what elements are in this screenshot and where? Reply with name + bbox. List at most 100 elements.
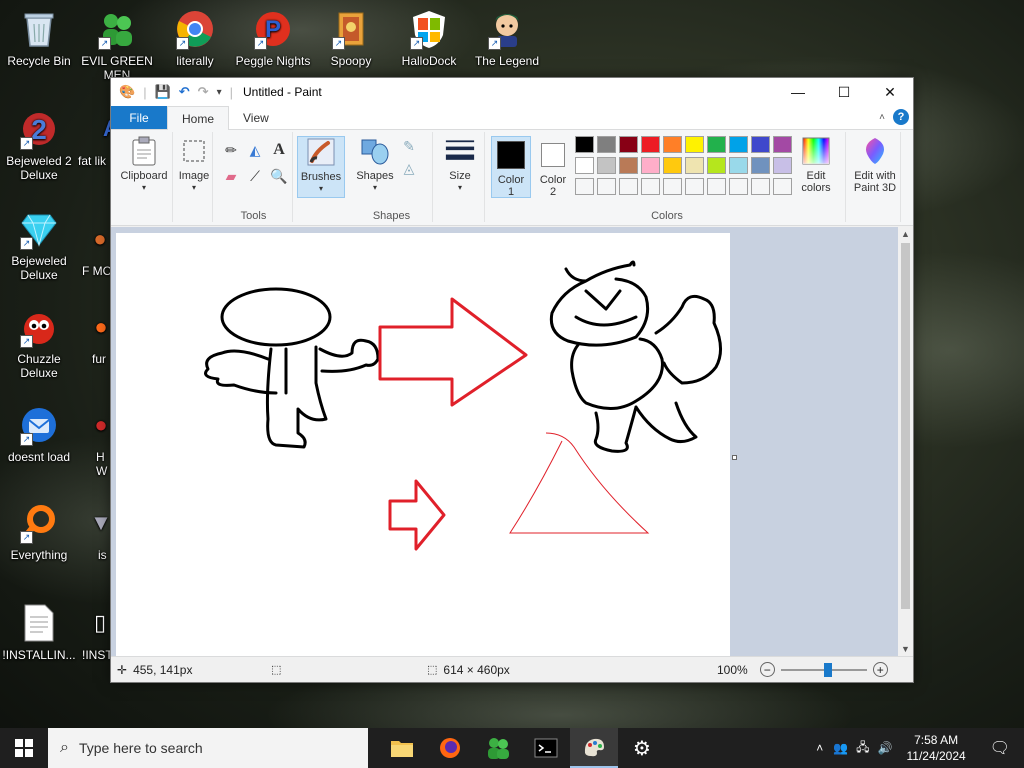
- color-picker-icon[interactable]: ⟋: [245, 166, 265, 186]
- palette-swatch[interactable]: [773, 157, 792, 174]
- desktop-icon-is[interactable]: ▼ is: [78, 502, 110, 563]
- volume-icon[interactable]: 🔊: [874, 741, 897, 755]
- desktop-icon-bejeweled[interactable]: ↗ Bejeweled Deluxe: [0, 208, 78, 282]
- clock[interactable]: 7:58 AM 11/24/2024: [897, 732, 976, 764]
- palette-swatch[interactable]: [707, 157, 726, 174]
- palette-swatch[interactable]: [575, 136, 594, 153]
- palette-swatch[interactable]: [597, 136, 616, 153]
- palette-swatch[interactable]: [663, 136, 682, 153]
- taskbar-green-men[interactable]: [474, 728, 522, 768]
- custom-color-slot[interactable]: [619, 178, 638, 195]
- palette-swatch[interactable]: [729, 157, 748, 174]
- people-icon[interactable]: 👥: [829, 741, 852, 755]
- palette-swatch[interactable]: [773, 136, 792, 153]
- desktop-icon-bejeweled-2[interactable]: 2 ↗ Bejeweled 2 Deluxe: [0, 108, 78, 182]
- notification-icon[interactable]: 🗨: [976, 738, 1024, 758]
- palette-swatch[interactable]: [641, 136, 660, 153]
- scroll-up-icon[interactable]: ▲: [898, 227, 913, 242]
- drawing-canvas[interactable]: [116, 233, 730, 657]
- palette-swatch[interactable]: [685, 136, 704, 153]
- palette-swatch[interactable]: [575, 157, 594, 174]
- custom-color-slot[interactable]: [773, 178, 792, 195]
- desktop-icon-installing[interactable]: !INSTALLIN...: [0, 602, 78, 662]
- palette-swatch[interactable]: [751, 157, 770, 174]
- fill-icon[interactable]: ◬: [399, 158, 419, 178]
- zoom-in-button[interactable]: +: [872, 662, 888, 677]
- tab-home[interactable]: Home: [167, 106, 230, 130]
- tab-file[interactable]: File: [111, 106, 167, 129]
- vertical-scrollbar[interactable]: ▲ ▼: [898, 227, 913, 657]
- help-icon[interactable]: ?: [893, 109, 909, 125]
- palette-swatch[interactable]: [729, 136, 748, 153]
- taskbar-settings[interactable]: ⚙: [618, 728, 666, 768]
- desktop-icon-evil-green-men[interactable]: ↗ EVIL GREEN MEN: [78, 8, 156, 82]
- minimize-button[interactable]: —: [775, 78, 821, 106]
- zoom-out-button[interactable]: −: [759, 662, 775, 677]
- palette-swatch[interactable]: [597, 157, 616, 174]
- desktop-icon-doesnt-load[interactable]: ↗ doesnt load: [0, 404, 78, 464]
- desktop-icon-the-legend[interactable]: ↗ The Legend: [468, 8, 546, 68]
- title-bar[interactable]: 🎨 | 💾 ↶ ↷ ▾ | Untitled - Paint — ☐ ✕: [111, 78, 913, 106]
- palette-swatch[interactable]: [619, 157, 638, 174]
- pencil-icon[interactable]: ✏: [221, 140, 241, 160]
- palette-swatch[interactable]: [641, 157, 660, 174]
- scroll-down-icon[interactable]: ▼: [898, 642, 913, 657]
- custom-color-slot[interactable]: [751, 178, 770, 195]
- desktop-icon-recycle-bin[interactable]: Recycle Bin: [0, 8, 78, 68]
- image-button[interactable]: Image ▾: [175, 136, 213, 194]
- palette-swatch[interactable]: [663, 157, 682, 174]
- outline-icon[interactable]: ✎: [399, 136, 419, 156]
- custom-color-slot[interactable]: [685, 178, 704, 195]
- custom-color-slot[interactable]: [641, 178, 660, 195]
- redo-icon[interactable]: ↷: [198, 84, 209, 100]
- desktop-icon-inst-sh[interactable]: ▯ !INST - Sh: [78, 602, 110, 663]
- custom-color-slot[interactable]: [575, 178, 594, 195]
- desktop-icon-chuzzle[interactable]: ↗ Chuzzle Deluxe: [0, 306, 78, 380]
- desktop-icon-literally[interactable]: ↗ literally: [156, 8, 234, 68]
- desktop-icon-peggle-nights[interactable]: P ↗ Peggle Nights: [234, 8, 312, 68]
- desktop-icon-mon[interactable]: ● F MON: [78, 218, 110, 279]
- maximize-button[interactable]: ☐: [821, 78, 867, 106]
- desktop-icon-everything[interactable]: ↗ Everything: [0, 502, 78, 562]
- customize-quick-access-icon[interactable]: ▾: [217, 87, 222, 98]
- start-button[interactable]: [0, 728, 48, 768]
- palette-swatch[interactable]: [685, 157, 704, 174]
- desktop-icon-fat-lik[interactable]: A fat lik: [78, 108, 110, 169]
- fill-bucket-icon[interactable]: ◭: [245, 140, 265, 160]
- zoom-slider[interactable]: [780, 662, 867, 677]
- paint-app-icon[interactable]: 🎨: [119, 84, 135, 100]
- taskbar-search[interactable]: ⌕ Type here to search: [48, 728, 368, 768]
- magnifier-icon[interactable]: 🔍: [269, 166, 289, 186]
- shapes-button[interactable]: Shapes ▾: [355, 136, 395, 194]
- tab-view[interactable]: View: [229, 106, 283, 129]
- desktop-icon-spoopy[interactable]: ↗ Spoopy: [312, 8, 390, 68]
- color2-button[interactable]: Color 2: [535, 136, 571, 198]
- text-tool-icon[interactable]: A: [269, 140, 289, 160]
- clipboard-button[interactable]: Clipboard ▾: [117, 136, 171, 194]
- zoom-slider-thumb[interactable]: [823, 662, 832, 677]
- desktop-icon-fur[interactable]: ● fur: [78, 306, 110, 367]
- save-icon[interactable]: 💾: [155, 84, 171, 100]
- brushes-button[interactable]: Brushes ▾: [297, 136, 345, 198]
- custom-color-slot[interactable]: [729, 178, 748, 195]
- desktop-icon-hw[interactable]: ● H W: [78, 404, 110, 479]
- size-button[interactable]: Size ▾: [439, 136, 481, 194]
- custom-color-slot[interactable]: [597, 178, 616, 195]
- chevron-up-icon[interactable]: ˄: [810, 741, 829, 755]
- edit-with-paint3d-button[interactable]: Edit with Paint 3D: [848, 136, 902, 194]
- palette-swatch[interactable]: [707, 136, 726, 153]
- taskbar-firefox[interactable]: [426, 728, 474, 768]
- taskbar-paint[interactable]: [570, 728, 618, 768]
- custom-color-slot[interactable]: [707, 178, 726, 195]
- undo-icon[interactable]: ↶: [179, 84, 190, 100]
- canvas-resize-handle[interactable]: [732, 455, 737, 460]
- color1-button[interactable]: Color 1: [491, 136, 531, 198]
- eraser-icon[interactable]: ▰: [221, 166, 241, 186]
- palette-swatch[interactable]: [751, 136, 770, 153]
- paint-window[interactable]: 🎨 | 💾 ↶ ↷ ▾ | Untitled - Paint — ☐ ✕ Fil…: [110, 77, 914, 683]
- desktop-icon-hallodock[interactable]: ↗ HalloDock: [390, 8, 468, 68]
- palette-swatch[interactable]: [619, 136, 638, 153]
- custom-color-slot[interactable]: [663, 178, 682, 195]
- collapse-ribbon-icon[interactable]: ˄: [879, 112, 885, 123]
- scrollbar-thumb[interactable]: [901, 243, 910, 609]
